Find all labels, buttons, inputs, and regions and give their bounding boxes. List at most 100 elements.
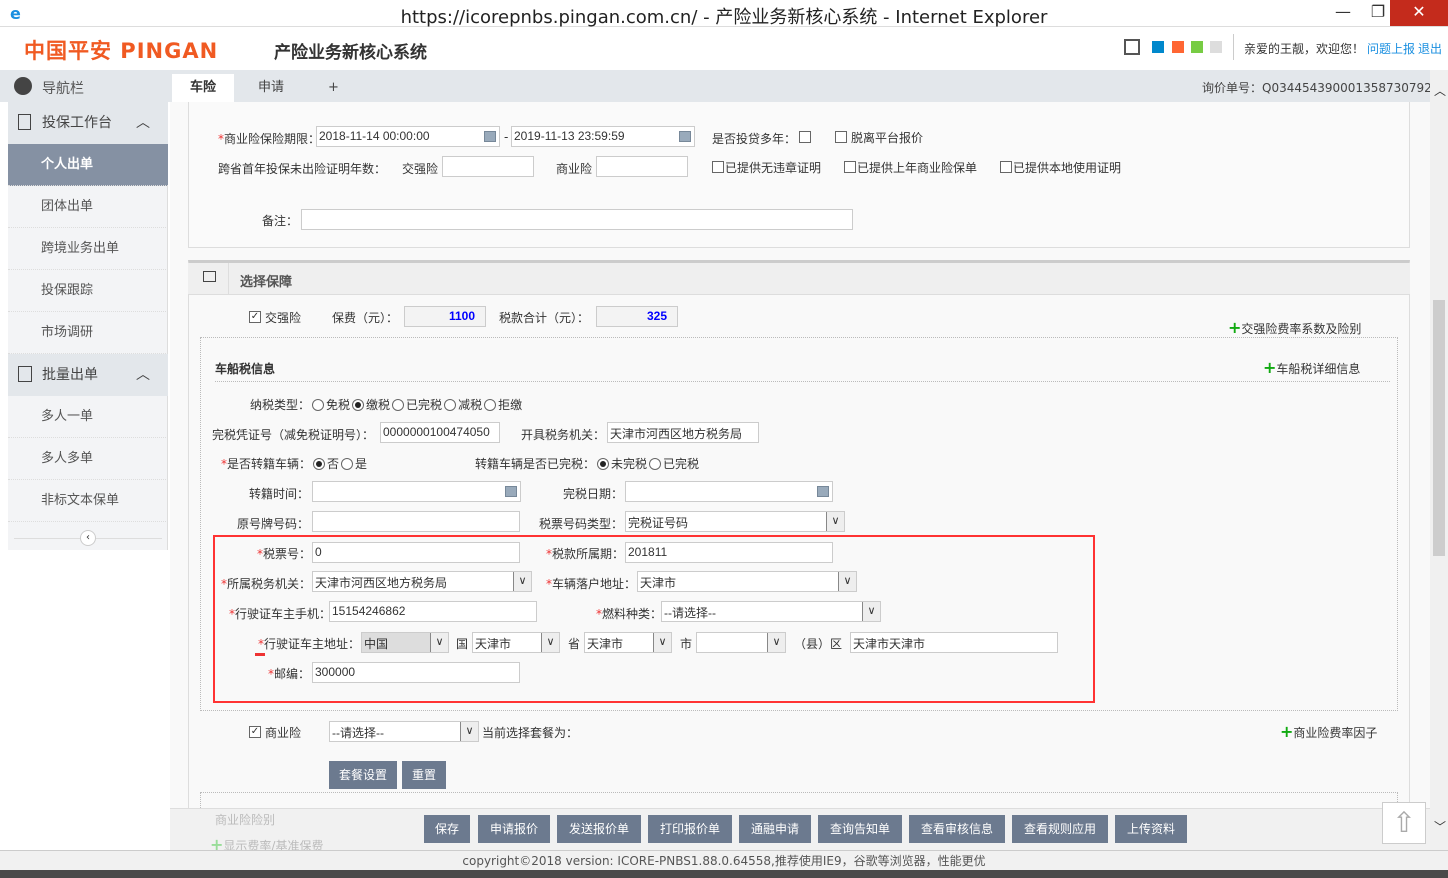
report-link[interactable]: 问题上报 bbox=[1367, 40, 1415, 57]
radio-exempt[interactable] bbox=[312, 399, 325, 411]
last-policy-checkbox[interactable] bbox=[844, 161, 856, 173]
jq-years-label: 交强险 bbox=[402, 162, 439, 176]
tax-detail-link[interactable]: +车船税详细信息 bbox=[1263, 358, 1360, 377]
premium-label: 保费（元）： bbox=[332, 311, 399, 325]
offline-checkbox[interactable] bbox=[835, 131, 847, 143]
collapse-sidebar-button[interactable]: ‹ bbox=[80, 530, 96, 546]
orig-plate-input[interactable] bbox=[312, 511, 520, 532]
chevron-down-icon[interactable]: ∨ bbox=[838, 572, 856, 591]
chevron-down-icon[interactable]: ∨ bbox=[767, 633, 785, 652]
plan-setting-button[interactable]: 套餐设置 bbox=[329, 761, 398, 789]
fuel-select[interactable]: --请选择-- ∨ bbox=[661, 601, 881, 622]
coverage-header bbox=[188, 263, 1410, 295]
calendar-icon[interactable] bbox=[817, 486, 829, 497]
jq-checkbox[interactable]: ✓ bbox=[249, 311, 261, 323]
sidebar-item-research[interactable]: 市场调研 bbox=[8, 312, 168, 354]
remark-input[interactable] bbox=[301, 209, 853, 230]
upload-button[interactable]: 上传资料 bbox=[1115, 815, 1187, 843]
province-select[interactable]: 天津市 ∨ bbox=[472, 632, 560, 653]
city-select[interactable]: 天津市 ∨ bbox=[584, 632, 672, 653]
chevron-down-icon[interactable]: ∨ bbox=[862, 602, 880, 621]
reg-address-select[interactable]: 天津市 ∨ bbox=[637, 571, 857, 592]
tax-authority-select[interactable]: 天津市河西区地方税务局 ∨ bbox=[312, 571, 532, 592]
ticket-type-select[interactable]: 完税证号码 ∨ bbox=[625, 511, 845, 532]
sidebar-group-batch[interactable]: 批量出单 ︿ bbox=[8, 354, 168, 396]
jq-rate-link[interactable]: +交强险费率系数及险别 bbox=[1228, 318, 1361, 337]
office-input[interactable]: 天津市河西区地方税务局 bbox=[607, 422, 759, 443]
sidebar-item-multi-multi[interactable]: 多人多单 bbox=[8, 438, 168, 480]
sidebar-item-tracking[interactable]: 投保跟踪 bbox=[8, 270, 168, 312]
phone-input[interactable]: 15154246862 bbox=[329, 601, 537, 622]
jq-years-input[interactable] bbox=[442, 156, 534, 177]
calendar-icon[interactable] bbox=[484, 131, 496, 142]
reset-button[interactable]: 重置 bbox=[402, 761, 447, 789]
sidebar-item-group[interactable]: 团体出单 bbox=[8, 186, 168, 228]
theme-green-swatch[interactable] bbox=[1191, 41, 1203, 53]
chevron-down-icon[interactable]: ∨ bbox=[541, 633, 559, 652]
local-use-checkbox[interactable] bbox=[1000, 161, 1012, 173]
calendar-icon[interactable] bbox=[679, 131, 691, 142]
plan-select[interactable]: --请选择-- ∨ bbox=[329, 721, 479, 742]
rules-button[interactable]: 查看规则应用 bbox=[1012, 815, 1108, 843]
logout-link[interactable]: 退出 bbox=[1418, 40, 1442, 57]
scroll-thumb[interactable] bbox=[1433, 300, 1445, 556]
calendar-icon[interactable] bbox=[505, 486, 517, 497]
remark-label: 备注： bbox=[262, 214, 299, 228]
commercial-checkbox[interactable]: ✓ bbox=[249, 726, 261, 738]
radio-pay[interactable] bbox=[352, 399, 365, 411]
start-date-input[interactable]: 2018-11-14 00:00:00 bbox=[316, 126, 500, 147]
radio-paid[interactable] bbox=[392, 399, 405, 411]
sy-years-input[interactable] bbox=[596, 156, 688, 177]
fullscreen-icon[interactable] bbox=[1124, 39, 1140, 55]
sidebar-item-personal[interactable]: 个人出单 bbox=[8, 144, 168, 186]
sidebar-group-workbench[interactable]: 投保工作台 ︿ bbox=[8, 102, 168, 144]
commercial-kinds-label: 商业险险别 bbox=[215, 813, 276, 827]
address-detail-input[interactable]: 天津市天津市 bbox=[850, 632, 1058, 653]
chevron-down-icon[interactable]: ∨ bbox=[513, 572, 531, 591]
sidebar-item-nonstandard[interactable]: 非标文本保单 bbox=[8, 480, 168, 522]
radio-refuse[interactable] bbox=[484, 399, 497, 411]
query-notice-button[interactable]: 查询告知单 bbox=[818, 815, 902, 843]
tab-car-insurance[interactable]: 车险 bbox=[172, 74, 235, 102]
zip-input[interactable]: 300000 bbox=[312, 662, 520, 683]
close-button[interactable]: ✕ bbox=[1390, 0, 1448, 26]
theme-orange-swatch[interactable] bbox=[1172, 41, 1184, 53]
print-quote-button[interactable]: 打印报价单 bbox=[648, 815, 732, 843]
transfer-time-input[interactable] bbox=[312, 481, 521, 502]
window-title: https://icorepnbs.pingan.com.cn/ - 产险业务新… bbox=[400, 7, 1048, 28]
back-to-top-button[interactable]: ⇧ bbox=[1382, 802, 1426, 844]
chevron-down-icon[interactable]: ∨ bbox=[653, 633, 671, 652]
county-select[interactable]: ∨ bbox=[696, 632, 786, 653]
tax-period-input[interactable]: 201811 bbox=[625, 542, 833, 563]
review-info-button[interactable]: 查看审核信息 bbox=[909, 815, 1005, 843]
radio-transfer-no[interactable] bbox=[313, 458, 326, 470]
send-quote-button[interactable]: 发送报价单 bbox=[557, 815, 641, 843]
tab-add[interactable]: + bbox=[310, 74, 357, 102]
apply-quote-button[interactable]: 申请报价 bbox=[478, 815, 550, 843]
radio-reduce[interactable] bbox=[444, 399, 457, 411]
sidebar-item-crossborder[interactable]: 跨境业务出单 bbox=[8, 228, 168, 270]
theme-blue-swatch[interactable] bbox=[1152, 41, 1164, 53]
radio-transfer-yes[interactable] bbox=[341, 458, 354, 470]
end-date-input[interactable]: 2019-11-13 23:59:59 bbox=[511, 126, 695, 147]
sidebar-item-multi-one[interactable]: 多人一单 bbox=[8, 396, 168, 438]
ticket-no-input[interactable]: 0 bbox=[312, 542, 520, 563]
theme-gray-swatch[interactable] bbox=[1210, 41, 1222, 53]
scroll-down-icon[interactable]: ﹀ bbox=[1434, 818, 1446, 835]
chevron-down-icon[interactable]: ∨ bbox=[430, 633, 448, 652]
cert-input[interactable]: 0000000100474050 bbox=[380, 422, 500, 443]
chevron-down-icon[interactable]: ∨ bbox=[826, 512, 844, 531]
tab-apply[interactable]: 申请 bbox=[240, 74, 302, 102]
radio-paid[interactable] bbox=[649, 458, 662, 470]
country-select[interactable]: 中国 ∨ bbox=[361, 632, 449, 653]
radio-unpaid[interactable] bbox=[597, 458, 610, 470]
commercial-rate-link[interactable]: +商业险费率因子 bbox=[1280, 722, 1377, 741]
scroll-up-icon[interactable]: ︿ bbox=[1434, 82, 1446, 99]
vertical-scrollbar[interactable]: ︿ ﹀ bbox=[1430, 70, 1448, 850]
no-violation-checkbox[interactable] bbox=[712, 161, 724, 173]
paid-date-input[interactable] bbox=[625, 481, 833, 502]
multi-year-checkbox[interactable] bbox=[799, 131, 811, 143]
save-button[interactable]: 保存 bbox=[424, 815, 470, 843]
chevron-down-icon[interactable]: ∨ bbox=[460, 722, 478, 741]
accommodation-button[interactable]: 通融申请 bbox=[739, 815, 811, 843]
